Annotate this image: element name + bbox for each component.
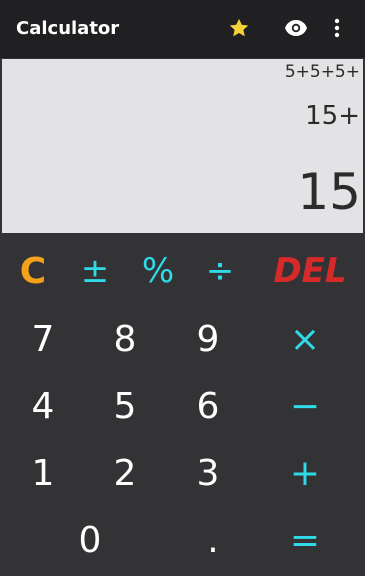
star-icon[interactable]	[228, 17, 250, 43]
digit-7-button[interactable]: 7	[18, 311, 68, 367]
current-expression: 15+	[305, 101, 360, 131]
decimal-button[interactable]: .	[188, 512, 238, 568]
plus-minus-button[interactable]: ±	[72, 246, 118, 296]
digit-4-button[interactable]: 4	[18, 378, 68, 434]
minus-button[interactable]: −	[280, 378, 330, 434]
digit-6-button[interactable]: 6	[183, 378, 233, 434]
multiply-button[interactable]: ×	[280, 311, 330, 367]
history-expression: 5+5+5+	[284, 62, 360, 82]
delete-button[interactable]: DEL	[268, 246, 352, 296]
percent-button[interactable]: %	[135, 246, 181, 296]
digit-0-button[interactable]: 0	[65, 512, 115, 568]
keypad: C ± % ÷ DEL 7 8 9 × 4 5 6 − 1 2 3 + 0 . …	[0, 236, 365, 576]
eye-icon[interactable]	[284, 19, 308, 41]
calculator-display: 5+5+5+ 15+ 15	[2, 59, 363, 233]
plus-button[interactable]: +	[280, 445, 330, 501]
divide-button[interactable]: ÷	[197, 246, 243, 296]
clear-button[interactable]: C	[10, 246, 56, 296]
digit-8-button[interactable]: 8	[100, 311, 150, 367]
digit-5-button[interactable]: 5	[100, 378, 150, 434]
digit-9-button[interactable]: 9	[183, 311, 233, 367]
more-vert-icon[interactable]	[334, 17, 340, 43]
app-bar: Calculator	[0, 0, 365, 58]
digit-1-button[interactable]: 1	[18, 445, 68, 501]
digit-3-button[interactable]: 3	[183, 445, 233, 501]
equals-button[interactable]: =	[280, 512, 330, 568]
app-title: Calculator	[16, 18, 120, 39]
result-value: 15	[297, 163, 361, 221]
digit-2-button[interactable]: 2	[100, 445, 150, 501]
